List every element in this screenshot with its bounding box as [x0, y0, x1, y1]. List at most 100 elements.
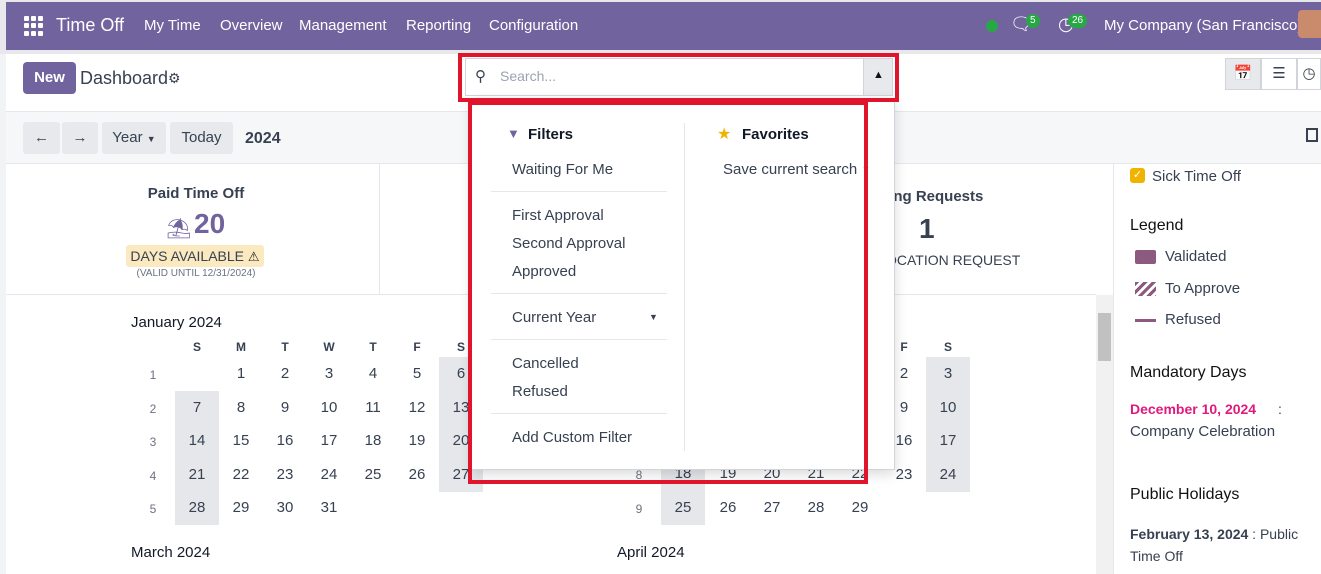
- calendar-day[interactable]: 2: [263, 357, 307, 391]
- prev-button[interactable]: ←: [23, 122, 60, 154]
- calendar-day[interactable]: 22: [219, 458, 263, 492]
- menu-configuration[interactable]: Configuration: [489, 17, 578, 34]
- company-switcher[interactable]: My Company (San Francisco): [1104, 17, 1302, 34]
- calendar-day[interactable]: 10: [926, 390, 970, 425]
- arrow-left-icon: ←: [34, 129, 49, 146]
- calendar-day[interactable]: 28: [175, 491, 219, 525]
- legend-to-approve: To Approve: [1165, 280, 1241, 297]
- month-title-april: April 2024: [617, 544, 685, 561]
- legend-refused: Refused: [1165, 311, 1221, 328]
- calendar-day[interactable]: 25: [661, 491, 705, 525]
- to-approve-swatch: [1135, 282, 1156, 296]
- day-of-week-header: S: [192, 340, 201, 354]
- calendar-day[interactable]: 3: [307, 357, 351, 391]
- scale-dropdown[interactable]: Year ▼: [102, 122, 166, 154]
- public-date: February 13, 2024: [1130, 526, 1249, 542]
- calendar-day[interactable]: 21: [175, 457, 219, 492]
- list-view-button[interactable]: ☰: [1261, 58, 1297, 90]
- week-number: 4: [149, 468, 157, 483]
- sidebar-toggle-icon[interactable]: [1306, 128, 1318, 142]
- menu-my-time[interactable]: My Time: [144, 17, 201, 34]
- today-button[interactable]: Today: [170, 122, 233, 154]
- app-menu-icon[interactable]: [24, 16, 44, 36]
- week-number: 3: [149, 435, 157, 449]
- calendar-day[interactable]: 10: [307, 391, 351, 425]
- calendar-day[interactable]: 31: [307, 491, 351, 525]
- calendar-day[interactable]: 15: [219, 424, 263, 458]
- arrow-right-icon: →: [72, 129, 88, 146]
- month-title-march: March 2024: [131, 544, 211, 561]
- calendar-day[interactable]: 14: [175, 424, 219, 458]
- day-of-week-header: W: [323, 340, 335, 354]
- sick-checkbox[interactable]: ✓: [1130, 168, 1145, 183]
- next-button[interactable]: →: [62, 122, 98, 154]
- new-button[interactable]: New: [23, 62, 76, 94]
- calendar-day[interactable]: 28: [794, 491, 838, 525]
- activities-badge: 26: [1068, 14, 1088, 28]
- pto-card[interactable]: Paid Time Off ⛱ 20 DAYS AVAILABLE ⚠ (VAL…: [12, 164, 380, 295]
- month-title-january: January 2024: [131, 314, 222, 331]
- calendar-day[interactable]: 23: [263, 458, 307, 492]
- mandatory-name: Company Celebration: [1130, 423, 1276, 440]
- beach-umbrella-icon: ⛱: [166, 218, 192, 240]
- app-name[interactable]: Time Off: [56, 15, 124, 36]
- days-available-label: DAYS AVAILABLE: [130, 248, 245, 264]
- pending-requests-count: 1: [919, 213, 935, 244]
- public-holidays-title: Public Holidays: [1130, 486, 1240, 503]
- week-number: 2: [149, 401, 157, 416]
- clock-icon: ◷: [1302, 65, 1316, 82]
- calendar-day[interactable]: 5: [395, 357, 439, 391]
- warning-icon: ⚠: [247, 249, 260, 264]
- calendar-day[interactable]: 30: [263, 491, 307, 525]
- mandatory-days-title: Mandatory Days: [1130, 364, 1247, 381]
- caret-down-icon: ▼: [146, 134, 156, 144]
- calendar-day[interactable]: 17: [926, 424, 970, 458]
- calendar-day[interactable]: 16: [263, 424, 307, 458]
- calendar-day[interactable]: 7: [175, 390, 219, 425]
- activity-view-button[interactable]: ◷: [1297, 58, 1321, 90]
- main-navbar: Time Off My Time Overview Management Rep…: [6, 2, 1321, 50]
- day-of-week-header: T: [281, 340, 289, 354]
- calendar-day[interactable]: 25: [351, 458, 395, 492]
- calendar-day[interactable]: 11: [351, 391, 395, 425]
- calendar-day[interactable]: 29: [838, 491, 882, 525]
- calendar-day[interactable]: 17: [307, 424, 351, 458]
- calendar-day[interactable]: 26: [706, 491, 750, 525]
- calendar-day[interactable]: 9: [263, 391, 307, 425]
- calendar-icon: 📅: [1233, 65, 1253, 82]
- calendar-day[interactable]: 24: [926, 457, 970, 492]
- days-available-badge: DAYS AVAILABLE ⚠: [126, 245, 264, 267]
- calendar-day[interactable]: 26: [395, 458, 439, 492]
- menu-reporting[interactable]: Reporting: [406, 17, 471, 34]
- calendar-day[interactable]: 19: [395, 424, 439, 458]
- menu-management[interactable]: Management: [299, 17, 387, 34]
- online-status-icon: [986, 20, 998, 32]
- calendar-day[interactable]: 3: [926, 357, 970, 391]
- calendar-day[interactable]: 24: [307, 458, 351, 492]
- page-title: Dashboard: [80, 68, 169, 88]
- mandatory-date: December 10, 2024: [1130, 401, 1257, 417]
- week-number: 9: [635, 502, 643, 516]
- user-avatar[interactable]: [1298, 10, 1321, 38]
- sick-time-off-label: Sick Time Off: [1152, 168, 1241, 185]
- calendar-day[interactable]: 8: [219, 391, 263, 425]
- pending-requests-label: OCATION REQUEST: [886, 252, 1021, 268]
- day-of-week-header: S: [943, 340, 952, 354]
- calendar-day[interactable]: 29: [219, 491, 263, 525]
- day-of-week-header: F: [413, 340, 421, 354]
- calendar-day[interactable]: 4: [351, 357, 395, 391]
- calendar-day[interactable]: 12: [395, 391, 439, 425]
- list-icon: ☰: [1272, 65, 1286, 82]
- refused-swatch: [1135, 319, 1156, 322]
- gear-icon[interactable]: ⚙: [168, 70, 181, 87]
- scrollbar-thumb[interactable]: [1098, 313, 1111, 361]
- pending-requests-title: ding Requests: [880, 188, 984, 205]
- week-number: 1: [149, 368, 157, 382]
- calendar-view-button[interactable]: 📅: [1225, 58, 1261, 90]
- calendar-day[interactable]: 27: [750, 491, 794, 525]
- calendar-day[interactable]: 1: [219, 357, 263, 391]
- calendar-day[interactable]: 18: [351, 424, 395, 458]
- pto-days-count: 20: [194, 208, 226, 239]
- menu-overview[interactable]: Overview: [220, 17, 283, 34]
- current-year: 2024: [245, 130, 281, 147]
